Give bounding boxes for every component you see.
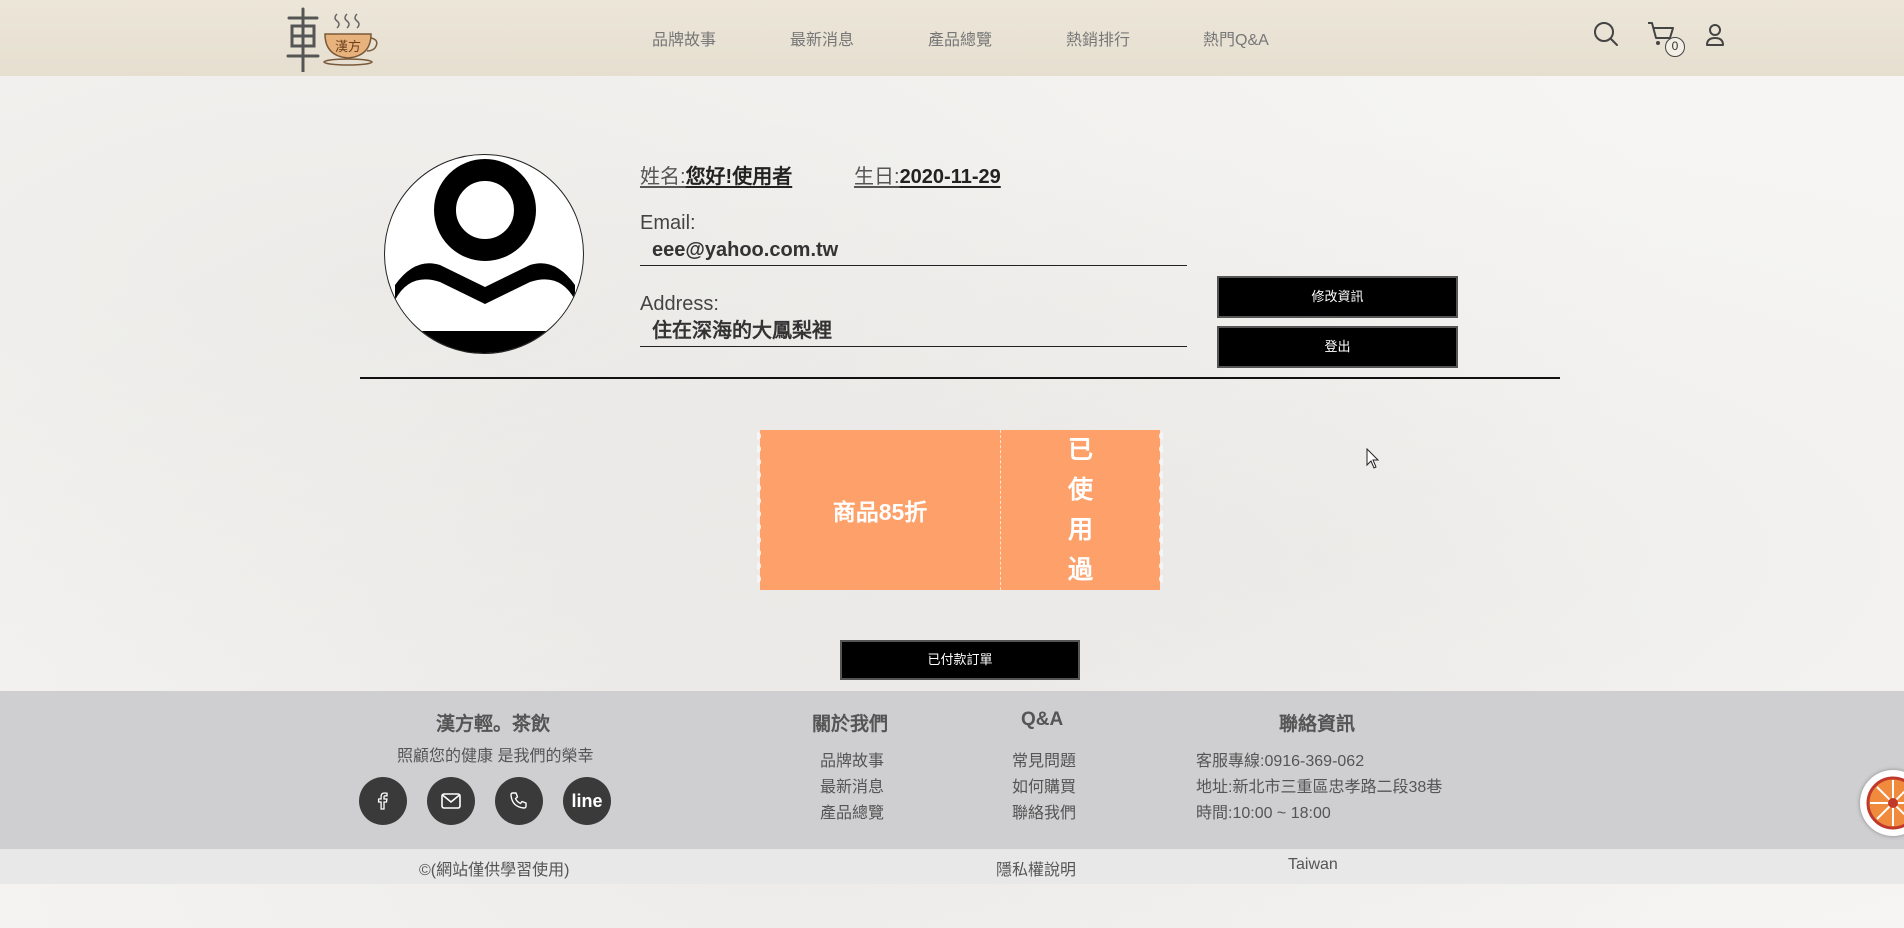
coupon-status-wrap: 已使用過 [1001,430,1160,590]
lucky-wheel-icon [1866,776,1904,830]
footer-link-brand-story[interactable]: 品牌故事 [820,747,884,771]
nav-products[interactable]: 產品總覽 [928,26,992,50]
line-label: line [571,790,603,811]
footer-contact-address: 地址:新北市三重區忠孝路二段38巷 [1196,779,1443,796]
section-divider [360,377,1560,379]
facebook-icon [377,792,388,810]
nav-best-sellers[interactable]: 熱銷排行 [1066,26,1130,50]
footer-link-products[interactable]: 產品總覽 [820,799,884,823]
footer-contact-title: 聯絡資訊 [1279,714,1356,735]
phone-button[interactable] [495,777,543,825]
nav-popular-qa[interactable]: 熱門Q&A [1203,26,1269,50]
name-field: 姓名:您好!使用者 [640,160,792,189]
birthday-value: 2020-11-29 [899,166,1001,188]
brand-logo[interactable]: 漢方 [285,6,380,72]
floating-lucky-wheel-button[interactable] [1860,770,1904,836]
coupon-title: 商品85折 [832,499,928,525]
site-footer [0,691,1904,849]
nav-brand-story[interactable]: 品牌故事 [652,26,716,50]
address-value: 住在深海的大鳳梨裡 [640,319,1187,347]
footer-contact-phone: 客服專線:0916-369-062 [1196,753,1365,770]
user-avatar-icon [385,159,583,353]
user-icon[interactable] [1703,22,1727,48]
name-label: 姓名: [640,166,686,188]
search-icon[interactable] [1592,20,1620,48]
mail-button[interactable] [427,777,475,825]
avatar [384,154,584,354]
edit-info-button[interactable]: 修改資訊 [1217,276,1458,318]
line-button[interactable]: line [563,777,611,825]
birthday-label: 生日: [854,166,900,188]
mail-icon [441,793,461,809]
footer-link-latest-news[interactable]: 最新消息 [820,773,884,797]
email-label: Email: [640,212,696,234]
bottom-bar [0,849,1904,884]
privacy-link[interactable]: 隱私權說明 [996,856,1076,880]
footer-link-faq[interactable]: 常見問題 [1012,747,1076,771]
footer-link-how-to-buy[interactable]: 如何購買 [1012,773,1076,797]
facebook-button[interactable] [359,777,407,825]
logout-button[interactable]: 登出 [1217,326,1458,368]
birthday-field: 生日:2020-11-29 [854,160,1001,189]
footer-brand-slogan: 照顧您的健康 是我們的榮幸 [397,748,594,765]
footer-contact-hours: 時間:10:00 ~ 18:00 [1196,805,1331,822]
footer-brand-title: 漢方輕。茶飲 [436,714,551,735]
phone-icon [510,792,527,809]
copyright-text: ©(網站僅供學習使用) [419,862,570,879]
mouse-cursor-icon [1366,448,1380,469]
paid-orders-button[interactable]: 已付款訂單 [840,640,1080,680]
name-value: 您好!使用者 [685,166,793,188]
coupon-left-notches [757,432,761,583]
site-header: 漢方 品牌故事 最新消息 產品總覽 熱銷排行 熱門Q&A 0 [0,0,1904,76]
region-text: Taiwan [1288,856,1338,873]
nav-latest-news[interactable]: 最新消息 [790,26,854,50]
cart-count-badge: 0 [1665,37,1685,57]
address-label: Address: [640,293,719,315]
footer-about-title: 關於我們 [812,714,889,735]
coupon-status: 已使用過 [1067,436,1101,584]
coupon-card[interactable]: 商品85折 已使用過 [757,430,1163,590]
email-value: eee@yahoo.com.tw [640,238,1187,266]
coupon-right-notches [1159,432,1163,583]
footer-qa-title: Q&A [1021,709,1064,730]
footer-link-contact-us[interactable]: 聯絡我們 [1012,799,1076,823]
logo-text: 漢方 [335,39,361,55]
